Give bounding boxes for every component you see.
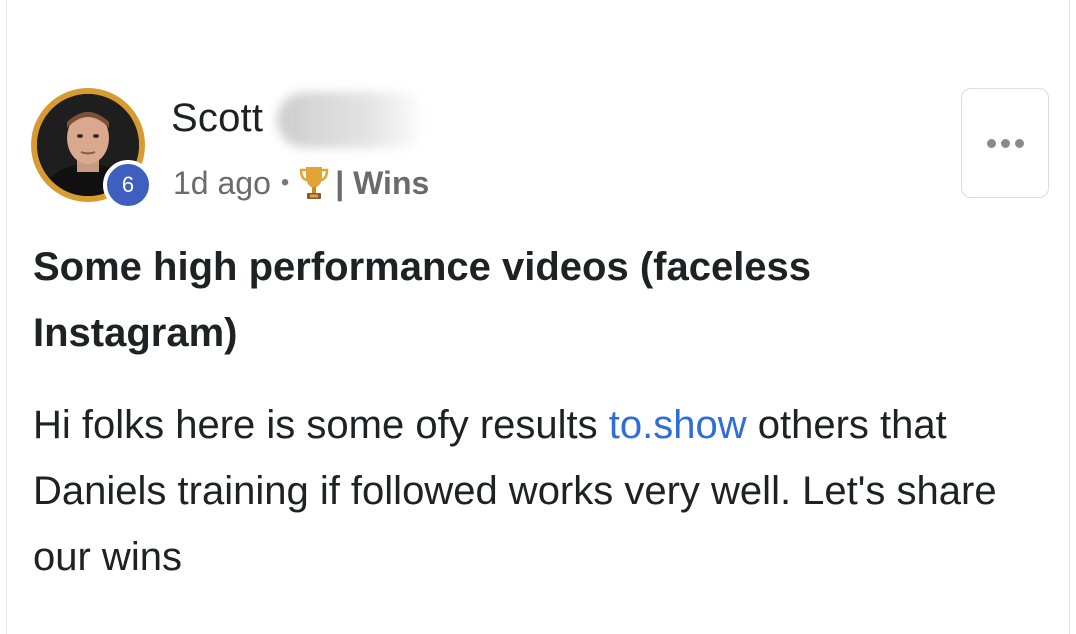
more-options-button[interactable] [961, 88, 1049, 198]
post-category[interactable]: | Wins [335, 165, 429, 202]
level-badge: 6 [103, 160, 153, 210]
author-avatar-group[interactable]: 6 [31, 88, 153, 210]
post-card: 6 Scott 1d ago • | Wins Some high perfor… [6, 0, 1070, 634]
meta-separator: • [280, 169, 290, 196]
more-horizontal-icon [986, 138, 1024, 148]
trophy-icon [299, 164, 329, 202]
post-title: Some high performance videos (faceless I… [33, 245, 812, 355]
author-name[interactable]: Scott [171, 96, 263, 141]
post-body-text-start: Hi folks here is some ofy results [33, 403, 609, 447]
post-link[interactable]: to.show [609, 403, 747, 447]
post-meta: 1d ago • | Wins [173, 160, 429, 206]
redacted-surname-blur [277, 92, 427, 148]
post-time: 1d ago [173, 164, 271, 201]
post-body: Hi folks here is some ofy results to.sho… [33, 392, 1033, 590]
